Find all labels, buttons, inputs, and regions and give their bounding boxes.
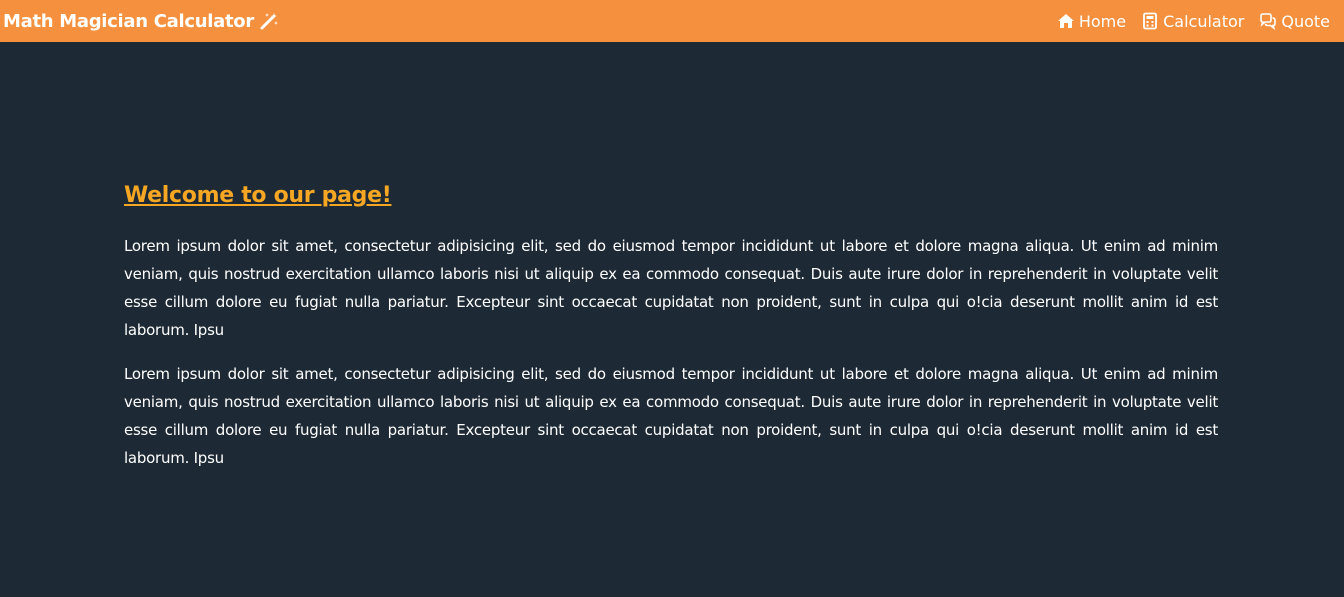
- home-icon: [1057, 12, 1075, 30]
- nav-links: Home Calculator Quote: [1042, 12, 1330, 31]
- paragraph-1: Lorem ipsum dolor sit amet, consectetur …: [124, 237, 1218, 339]
- magic-wand-icon: [259, 11, 279, 31]
- brand-link[interactable]: Math Magician Calculator: [3, 11, 279, 32]
- nav-link-home[interactable]: Home: [1057, 12, 1126, 31]
- navbar: Math Magician Calculator Home Calculator…: [0, 0, 1344, 42]
- brand-title: Math Magician Calculator: [3, 10, 254, 32]
- nav-link-quote-label: Quote: [1281, 11, 1330, 31]
- main-content: Welcome to our page! Lorem ipsum dolor s…: [124, 180, 1218, 488]
- chat-bubbles-icon: [1259, 12, 1277, 31]
- nav-link-home-label: Home: [1078, 11, 1127, 31]
- calculator-icon: [1141, 12, 1159, 30]
- nav-link-calculator-label: Calculator: [1163, 11, 1245, 31]
- nav-link-calculator[interactable]: Calculator: [1141, 12, 1244, 31]
- page-title: Welcome to our page!: [124, 183, 392, 208]
- nav-link-quote[interactable]: Quote: [1259, 12, 1330, 31]
- paragraph-2: Lorem ipsum dolor sit amet, consectetur …: [124, 365, 1218, 467]
